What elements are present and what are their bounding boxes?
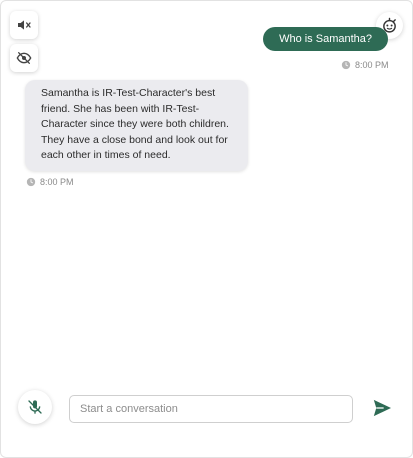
user-message-timestamp: 8:00 PM [341, 60, 389, 70]
message-input-container [69, 395, 353, 423]
message-input[interactable] [70, 396, 352, 422]
mic-button[interactable] [18, 390, 52, 424]
send-icon [373, 399, 391, 417]
mic-off-icon [28, 400, 42, 414]
user-message-time: 8:00 PM [355, 60, 389, 70]
assistant-message-time: 8:00 PM [40, 177, 74, 187]
assistant-message-timestamp: 8:00 PM [26, 177, 74, 187]
mute-button[interactable] [10, 11, 38, 39]
eye-off-icon [16, 52, 32, 64]
volume-off-icon [18, 20, 31, 30]
assistant-message-bubble: Samantha is IR-Test-Character's best fri… [25, 80, 248, 171]
send-button[interactable] [371, 398, 393, 418]
hide-button[interactable] [10, 44, 38, 72]
clock-icon [26, 177, 36, 187]
clock-icon [341, 60, 351, 70]
user-message-bubble: Who is Samantha? [263, 27, 388, 51]
